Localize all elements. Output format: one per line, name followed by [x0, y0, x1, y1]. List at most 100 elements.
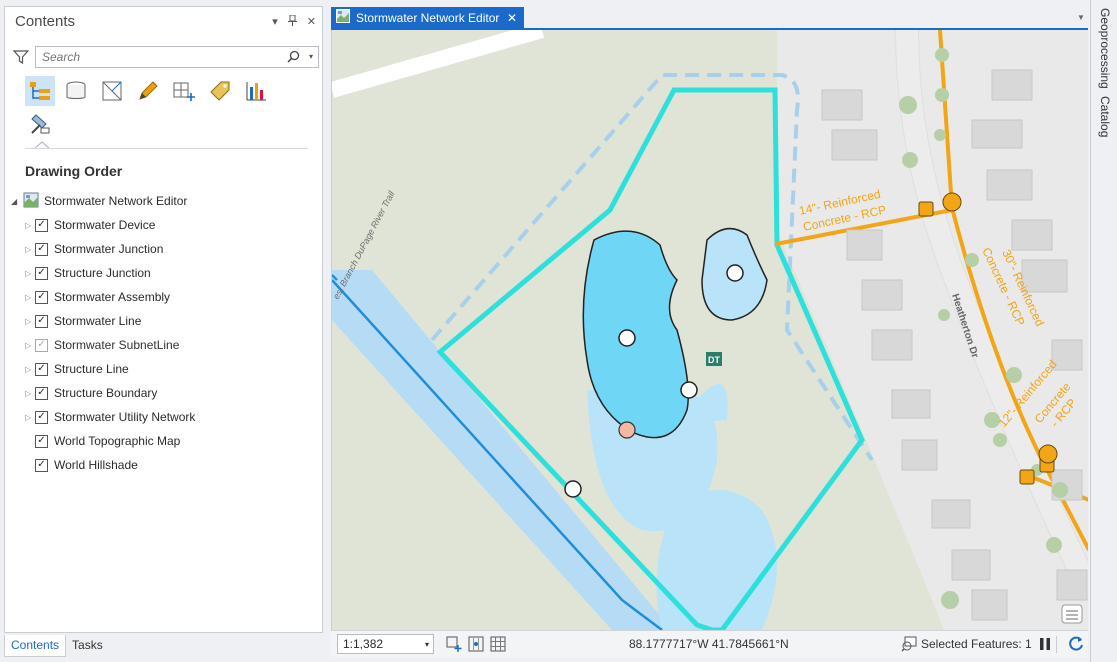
- list-by-drawing-order-button[interactable]: [25, 76, 55, 106]
- layer-item[interactable]: ✓ World Topographic Map: [11, 429, 311, 453]
- layer-label: Stormwater Device: [54, 218, 156, 232]
- list-by-selection-button[interactable]: [97, 76, 127, 106]
- label-tag-icon: [210, 81, 230, 101]
- layer-item[interactable]: ✓ World Hillshade: [11, 453, 311, 477]
- layer-item[interactable]: ▷ ✓ Stormwater Junction: [11, 237, 311, 261]
- map-icon: [23, 192, 39, 211]
- manhole-icon[interactable]: [564, 480, 582, 498]
- expand-arrow-icon[interactable]: ▷: [25, 293, 35, 302]
- layer-visibility-checkbox[interactable]: ✓: [35, 410, 48, 424]
- contents-toolbar: [25, 76, 271, 106]
- catch-basin-icon[interactable]: [918, 201, 934, 217]
- expand-arrow-icon[interactable]: ▷: [25, 389, 35, 398]
- layer-label: Stormwater Junction: [54, 242, 164, 256]
- pencil-icon: [139, 81, 158, 100]
- list-by-perspective-button[interactable]: [25, 109, 55, 139]
- contents-pane: Contents ▾ ✕ ▾: [4, 6, 323, 633]
- tab-overflow-dropdown-icon[interactable]: ▼: [1077, 13, 1085, 22]
- list-by-charts-button[interactable]: [241, 76, 271, 106]
- layer-visibility-checkbox[interactable]: ✓: [35, 218, 48, 232]
- map-view-icon: [336, 9, 350, 26]
- tab-contents[interactable]: Contents: [4, 635, 67, 657]
- tab-catalog[interactable]: Catalog: [1098, 96, 1112, 137]
- wheel-junction-icon-2[interactable]: [1038, 444, 1058, 464]
- drawing-order-heading: Drawing Order: [25, 163, 123, 179]
- scale-select[interactable]: 1:1,382 ▾: [337, 634, 434, 654]
- drawing-order-icon: [30, 82, 50, 100]
- selected-features[interactable]: Selected Features: 1: [901, 636, 1032, 652]
- layer-visibility-checkbox[interactable]: ✓: [35, 314, 48, 328]
- list-by-labeling-button[interactable]: [205, 76, 235, 106]
- junction-icon-2[interactable]: [726, 264, 744, 282]
- inlet-icon[interactable]: [618, 421, 636, 439]
- pane-controls: ▾ ✕: [272, 14, 316, 29]
- search-input[interactable]: [40, 47, 280, 67]
- search-icon[interactable]: [287, 50, 300, 66]
- close-icon[interactable]: ✕: [307, 15, 316, 29]
- layer-item[interactable]: ▷ ✓ Stormwater SubnetLine: [11, 333, 311, 357]
- map-root-node[interactable]: ◢ Stormwater Network Editor: [11, 189, 311, 213]
- layer-item[interactable]: ▷ ✓ Structure Boundary: [11, 381, 311, 405]
- fixed-zoom-in-icon[interactable]: [446, 636, 462, 655]
- layer-visibility-checkbox[interactable]: ✓: [35, 266, 48, 280]
- collapse-arrow-icon[interactable]: ◢: [11, 197, 23, 206]
- layer-item[interactable]: ▷ ✓ Structure Line: [11, 357, 311, 381]
- outlet-icon[interactable]: [680, 381, 698, 399]
- list-by-snapping-button[interactable]: [169, 76, 199, 106]
- layer-label: World Topographic Map: [54, 434, 181, 448]
- search-options-dropdown-icon[interactable]: ▾: [309, 52, 313, 61]
- layer-label: Stormwater Utility Network: [54, 410, 196, 424]
- map-view[interactable]: est Branch DuPage River Trail Heatherton…: [331, 30, 1088, 630]
- wheel-junction-icon[interactable]: [942, 192, 962, 212]
- tab-tasks[interactable]: Tasks: [66, 635, 109, 657]
- filter-icon[interactable]: [12, 49, 30, 68]
- expand-arrow-icon[interactable]: ▷: [25, 221, 35, 230]
- layer-visibility-checkbox[interactable]: ✓: [35, 458, 48, 472]
- grid-snap-icon[interactable]: [468, 636, 484, 655]
- expand-arrow-icon[interactable]: ▷: [25, 245, 35, 254]
- layer-item[interactable]: ▷ ✓ Stormwater Utility Network: [11, 405, 311, 429]
- map-root-label: Stormwater Network Editor: [44, 194, 188, 208]
- expand-arrow-icon[interactable]: ▷: [25, 341, 35, 350]
- layer-item[interactable]: ▷ ✓ Structure Junction: [11, 261, 311, 285]
- search-box[interactable]: ▾: [35, 46, 319, 68]
- map-notes-icon[interactable]: [1061, 604, 1083, 624]
- layer-visibility-checkbox[interactable]: ✓: [35, 386, 48, 400]
- refresh-icon[interactable]: [1068, 635, 1084, 654]
- tab-map-view[interactable]: Stormwater Network Editor ✕: [331, 7, 524, 28]
- layer-item[interactable]: ▷ ✓ Stormwater Line: [11, 309, 311, 333]
- selected-features-icon: [901, 636, 917, 652]
- contents-title: Contents: [15, 13, 76, 30]
- expand-arrow-icon[interactable]: ▷: [25, 269, 35, 278]
- status-bar: 1:1,382 ▾ 88.1777717°W 41.7845661°N Sele…: [331, 630, 1088, 657]
- scale-dropdown-icon[interactable]: ▾: [425, 640, 429, 649]
- status-divider: [1056, 636, 1057, 653]
- layer-item[interactable]: ▷ ✓ Stormwater Assembly: [11, 285, 311, 309]
- list-by-editing-button[interactable]: [133, 76, 163, 106]
- expand-arrow-icon[interactable]: ▷: [25, 365, 35, 374]
- layer-item[interactable]: ▷ ✓ Stormwater Device: [11, 213, 311, 237]
- pause-drawing-icon[interactable]: [1039, 637, 1051, 654]
- list-by-source-button[interactable]: [61, 76, 91, 106]
- scale-value: 1:1,382: [343, 637, 384, 651]
- expand-arrow-icon[interactable]: ▷: [25, 317, 35, 326]
- close-tab-icon[interactable]: ✕: [507, 11, 517, 25]
- pin-icon[interactable]: [287, 14, 297, 29]
- layer-label: Structure Boundary: [54, 386, 158, 400]
- catch-basin-icon-2[interactable]: [1019, 469, 1035, 485]
- layer-visibility-checkbox[interactable]: ✓: [35, 338, 48, 352]
- junction-icon[interactable]: [618, 329, 636, 347]
- layer-visibility-checkbox[interactable]: ✓: [35, 242, 48, 256]
- pane-menu-icon[interactable]: ▾: [272, 15, 278, 29]
- expand-arrow-icon[interactable]: ▷: [25, 413, 35, 422]
- contents-bottom-tabs: Contents Tasks: [4, 635, 109, 657]
- grid-icon[interactable]: [490, 636, 506, 655]
- layer-label: Structure Junction: [54, 266, 151, 280]
- layer-visibility-checkbox[interactable]: ✓: [35, 290, 48, 304]
- tab-geoprocessing[interactable]: Geoprocessing: [1098, 8, 1112, 89]
- dt-badge-label[interactable]: DT: [708, 355, 720, 365]
- layer-visibility-checkbox[interactable]: ✓: [35, 434, 48, 448]
- coordinate-readout: 88.1777717°W 41.7845661°N: [629, 637, 789, 651]
- layer-visibility-checkbox[interactable]: ✓: [35, 362, 48, 376]
- database-icon: [66, 81, 86, 99]
